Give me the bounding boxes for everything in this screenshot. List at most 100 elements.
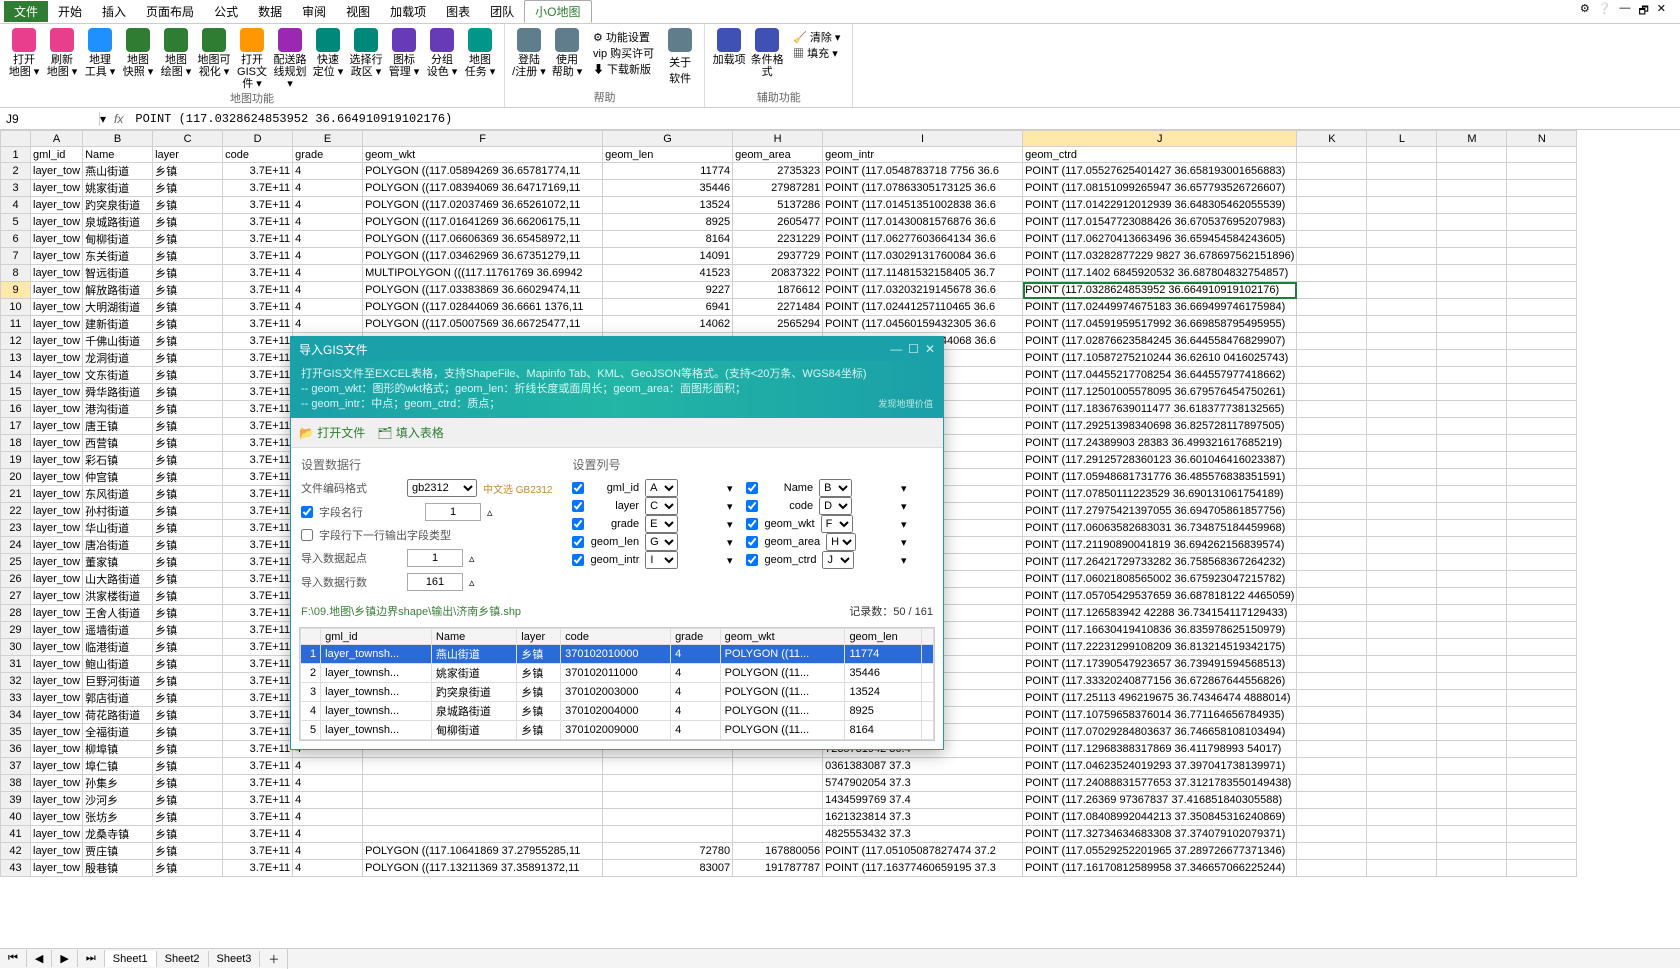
ribbon-关于[interactable]: 关于软件 xyxy=(662,26,698,86)
ribbon-地图可[interactable]: 地图可视化 ▾ xyxy=(196,26,232,90)
row-header[interactable]: 15 xyxy=(1,384,31,401)
cell[interactable]: 乡镇 xyxy=(153,741,223,758)
cell[interactable]: 2271484 xyxy=(733,299,823,316)
cell[interactable] xyxy=(1507,605,1577,622)
cell[interactable] xyxy=(603,809,733,826)
cell[interactable] xyxy=(1507,656,1577,673)
cell[interactable]: layer_tow xyxy=(31,214,83,231)
help-icon[interactable]: ❔ xyxy=(1598,2,1612,21)
cell[interactable] xyxy=(603,758,733,775)
cell[interactable] xyxy=(1367,860,1437,877)
col-header[interactable]: N xyxy=(1507,131,1577,147)
cell[interactable]: layer_tow xyxy=(31,503,83,520)
cell[interactable]: 郭店街道 xyxy=(83,690,153,707)
cell[interactable]: 文东街道 xyxy=(83,367,153,384)
cell[interactable] xyxy=(1367,843,1437,860)
cell[interactable]: layer_tow xyxy=(31,741,83,758)
spin-up[interactable]: ▵ xyxy=(487,506,493,519)
row-count-spin[interactable] xyxy=(407,573,463,591)
cell[interactable]: 乡镇 xyxy=(153,384,223,401)
cell[interactable] xyxy=(363,809,603,826)
preview-cell[interactable]: 1 xyxy=(301,645,321,664)
col-dropdown[interactable]: ▾ xyxy=(858,482,907,495)
cell[interactable]: 2565294 xyxy=(733,316,823,333)
cell[interactable] xyxy=(1367,163,1437,180)
cell[interactable]: 35446 xyxy=(603,180,733,197)
cell[interactable] xyxy=(1507,214,1577,231)
cell[interactable] xyxy=(1437,520,1507,537)
cell[interactable]: 3.7E+11 xyxy=(223,520,293,537)
preview-cell[interactable]: POLYGON ((11... xyxy=(720,645,845,664)
cell[interactable]: POLYGON ((117.03462969 36.67351279,11 xyxy=(363,248,603,265)
cell[interactable]: 4 xyxy=(293,214,363,231)
preview-cell[interactable]: 乡镇 xyxy=(517,683,561,702)
row-header[interactable]: 11 xyxy=(1,316,31,333)
cell[interactable]: 山大路街道 xyxy=(83,571,153,588)
cell[interactable]: layer_tow xyxy=(31,333,83,350)
row-header[interactable]: 29 xyxy=(1,622,31,639)
cell[interactable]: 大明湖街道 xyxy=(83,299,153,316)
cell[interactable] xyxy=(1297,248,1367,265)
cell[interactable] xyxy=(1367,673,1437,690)
cell[interactable] xyxy=(1297,775,1367,792)
cell[interactable] xyxy=(1297,843,1367,860)
cell[interactable]: POINT (117.07863305173125 36.6 xyxy=(823,180,1023,197)
cell[interactable]: 3.7E+11 xyxy=(223,605,293,622)
cell[interactable] xyxy=(1367,316,1437,333)
cell[interactable]: 乡镇 xyxy=(153,775,223,792)
cell[interactable]: 1876612 xyxy=(733,282,823,299)
cell[interactable]: 3.7E+11 xyxy=(223,554,293,571)
cell[interactable] xyxy=(1507,775,1577,792)
cell[interactable]: POINT (117.27975421397055 36.69470586185… xyxy=(1023,503,1297,520)
ribbon-地图[interactable]: 地图绘图 ▾ xyxy=(158,26,194,90)
cell[interactable]: layer_tow xyxy=(31,163,83,180)
cell[interactable]: POINT (117.24389903 28383 36.49932161768… xyxy=(1023,435,1297,452)
cell[interactable] xyxy=(1367,333,1437,350)
preview-cell[interactable]: 370102011000 xyxy=(561,664,671,683)
cell[interactable] xyxy=(1367,537,1437,554)
cell[interactable] xyxy=(733,792,823,809)
preview-cell[interactable]: 8925 xyxy=(845,702,921,721)
cell[interactable] xyxy=(1367,792,1437,809)
cell[interactable] xyxy=(1507,758,1577,775)
row-header[interactable]: 38 xyxy=(1,775,31,792)
cell[interactable]: layer_tow xyxy=(31,622,83,639)
cell[interactable]: POINT (117.16630419410836 36.83597862515… xyxy=(1023,622,1297,639)
cell[interactable]: 3.7E+11 xyxy=(223,214,293,231)
cell[interactable] xyxy=(1507,503,1577,520)
cell[interactable]: 4 xyxy=(293,197,363,214)
cell[interactable] xyxy=(1437,367,1507,384)
ribbon-登陆[interactable]: 登陆/注册 ▾ xyxy=(511,26,547,86)
cell[interactable] xyxy=(1507,690,1577,707)
cell[interactable]: 27987281 xyxy=(733,180,823,197)
cell[interactable]: layer_tow xyxy=(31,367,83,384)
cell[interactable] xyxy=(1297,163,1367,180)
row-header[interactable]: 19 xyxy=(1,452,31,469)
cell[interactable] xyxy=(1367,758,1437,775)
cell[interactable]: POINT (117.02441257110465 36.6 xyxy=(823,299,1023,316)
cell[interactable] xyxy=(1297,639,1367,656)
open-file-button[interactable]: 📂 打开文件 xyxy=(299,424,365,441)
cell[interactable]: 5137286 xyxy=(733,197,823,214)
row-header[interactable]: 32 xyxy=(1,673,31,690)
preview-cell[interactable] xyxy=(921,664,933,683)
nav-prev[interactable]: ◀ xyxy=(27,950,52,967)
cell[interactable]: layer_tow xyxy=(31,299,83,316)
cell[interactable] xyxy=(1297,622,1367,639)
menu-小O地图[interactable]: 小O地图 xyxy=(524,0,591,23)
preview-cell[interactable]: 4 xyxy=(301,702,321,721)
cell[interactable] xyxy=(1437,792,1507,809)
cell[interactable]: geom_len xyxy=(603,147,733,163)
cell[interactable] xyxy=(1367,282,1437,299)
preview-cell[interactable]: 35446 xyxy=(845,664,921,683)
preview-cell[interactable]: 370102009000 xyxy=(561,721,671,740)
preview-col[interactable] xyxy=(921,629,933,645)
cell[interactable]: 临港街道 xyxy=(83,639,153,656)
cell[interactable]: 建新街道 xyxy=(83,316,153,333)
encoding-select[interactable]: gb2312 xyxy=(407,479,477,497)
cell[interactable]: 泉城路街道 xyxy=(83,214,153,231)
cell[interactable]: 4 xyxy=(293,180,363,197)
cell[interactable]: 乡镇 xyxy=(153,843,223,860)
cell[interactable]: 20837322 xyxy=(733,265,823,282)
cell[interactable] xyxy=(1437,231,1507,248)
